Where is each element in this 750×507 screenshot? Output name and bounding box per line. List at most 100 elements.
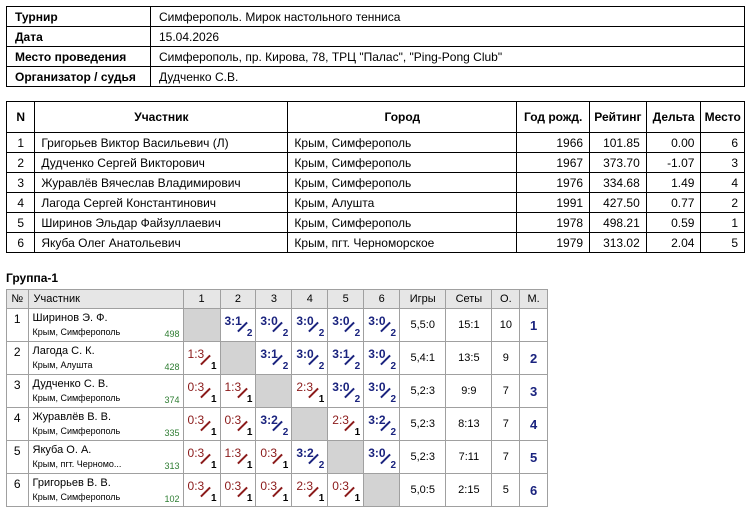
group-place: 3: [519, 374, 548, 408]
group-points: 10: [491, 308, 521, 342]
participant-rating: 498.21: [589, 212, 647, 233]
match-points: 1: [318, 394, 325, 405]
col-header-city: Город: [287, 101, 518, 133]
info-value: Дудченко С.В.: [150, 66, 745, 87]
match-score: 3:0: [368, 314, 386, 328]
group-games: 5,2:3: [399, 374, 447, 408]
match-score: 0:3: [260, 479, 278, 493]
match-points: 1: [246, 460, 253, 471]
self-match-cell: [363, 473, 401, 507]
match-score: 3:0: [296, 347, 314, 361]
group-row: 6 Григорьев В. В. Крым, Симферополь 102 0:3 1…: [6, 473, 548, 507]
participant-name: Григорьев Виктор Васильевич (Л): [34, 132, 289, 153]
match-result-cell: 0:3 1: [182, 407, 221, 441]
participant-place: 3: [700, 152, 745, 173]
group-player-rating: 498: [164, 329, 180, 339]
group-player-cell: Григорьев В. В. Крым, Симферополь 102: [27, 473, 184, 507]
self-match-cell: [182, 308, 221, 342]
group-col-3: 3: [255, 289, 293, 309]
match-result-cell: 1:3 1: [219, 374, 257, 408]
participant-name: Ширинов Эльдар Файзуллаевич: [34, 212, 289, 233]
match-score: 2:3: [332, 413, 349, 427]
match-result-cell: 1:3 1: [182, 341, 221, 375]
group-player-rating: 428: [164, 362, 180, 372]
match-score: 2:3: [296, 380, 314, 394]
match-result-cell: 3:2 2: [255, 407, 293, 441]
match-result-cell: 3:0 2: [363, 308, 401, 342]
participant-rating: 427.50: [589, 192, 647, 213]
group-col-2: 2: [219, 289, 257, 309]
match-score: 3:0: [368, 347, 386, 361]
group-player-number: 3: [6, 374, 29, 408]
group-points: 9: [491, 341, 521, 375]
match-result-cell: 3:0 2: [255, 308, 293, 342]
self-match-cell: [219, 341, 257, 375]
match-result-cell: 2:3 1: [291, 374, 329, 408]
match-score: 0:3: [332, 479, 349, 493]
match-score: 3:0: [296, 314, 314, 328]
match-points: 2: [354, 361, 361, 372]
group-player-number: 6: [6, 473, 29, 507]
group-col-n: №: [6, 289, 29, 309]
match-points: 2: [390, 460, 397, 471]
participant-name: Лагода Сергей Константинович: [34, 192, 289, 213]
match-points: 2: [390, 394, 397, 405]
match-points: 2: [246, 328, 253, 339]
participant-number: 6: [5, 232, 36, 253]
group-place: 1: [519, 308, 548, 342]
group-col-games: Игры: [399, 289, 447, 309]
match-score: 2:3: [296, 479, 314, 493]
match-points: 1: [210, 394, 217, 405]
match-score: 1:3: [187, 347, 205, 361]
participant-city: Крым, Алушта: [287, 192, 518, 213]
col-header-year: Год рожд.: [516, 101, 591, 133]
group-player-cell: Якуба О. А. Крым, пгт. Черномо... 313: [27, 440, 184, 474]
group-place: 5: [519, 440, 548, 474]
match-score: 0:3: [224, 413, 242, 427]
match-score: 0:3: [187, 413, 205, 427]
info-label: Организатор / судья: [6, 66, 151, 87]
match-score: 3:0: [260, 314, 278, 328]
group-player-name: Якуба О. А.: [32, 444, 92, 456]
match-score: 3:0: [332, 314, 350, 328]
match-result-cell: 3:0 2: [327, 308, 365, 342]
group-player-name: Лагода С. К.: [32, 345, 95, 357]
group-player-city: Крым, пгт. Черномо...: [32, 459, 122, 469]
match-score: 3:0: [368, 446, 386, 460]
group-place: 2: [519, 341, 548, 375]
participant-birth-year: 1967: [516, 152, 591, 173]
participant-delta: 2.04: [645, 232, 702, 253]
match-points: 1: [354, 493, 361, 504]
col-header-place: Место: [700, 101, 745, 133]
group-games: 5,2:3: [399, 440, 447, 474]
group-col-name: Участник: [27, 289, 184, 309]
info-row: Организатор / судья Дудченко С.В.: [6, 66, 745, 87]
match-score: 0:3: [224, 479, 242, 493]
group-sets: 2:15: [445, 473, 493, 507]
participant-delta: 1.49: [645, 172, 702, 193]
participants-header-row: N Участник Город Год рожд. Рейтинг Дельт…: [5, 101, 745, 133]
group-place: 6: [519, 473, 548, 507]
match-result-cell: 2:3 1: [291, 473, 329, 507]
group-col-6: 6: [363, 289, 401, 309]
match-points: 2: [282, 328, 289, 339]
tournament-info-table: Турнир Симферополь. Мирок настольного тен…: [6, 6, 745, 87]
group-col-4: 4: [291, 289, 329, 309]
match-points: 1: [246, 427, 253, 438]
match-points: 2: [282, 361, 289, 372]
group-games: 5,4:1: [399, 341, 447, 375]
match-result-cell: 3:0 2: [363, 341, 401, 375]
group-player-cell: Журавлёв В. В. Крым, Симферополь 335: [27, 407, 184, 441]
match-points: 1: [282, 493, 289, 504]
group-sets: 15:1: [445, 308, 493, 342]
group-body: 1 Ширинов Э. Ф. Крым, Симферополь 498 3:1 2 3:…: [6, 308, 548, 507]
participant-row: 5 Ширинов Эльдар Файзуллаевич Крым, Симфер…: [5, 212, 745, 233]
participant-place: 1: [700, 212, 745, 233]
match-result-cell: 3:2 2: [363, 407, 401, 441]
match-result-cell: 3:0 2: [327, 374, 365, 408]
participant-delta: 0.59: [645, 212, 702, 233]
match-points: 1: [318, 493, 325, 504]
participants-table: N Участник Город Год рожд. Рейтинг Дельт…: [5, 101, 745, 253]
participant-name: Дудченко Сергей Викторович: [34, 152, 289, 173]
info-label: Турнир: [6, 6, 151, 27]
